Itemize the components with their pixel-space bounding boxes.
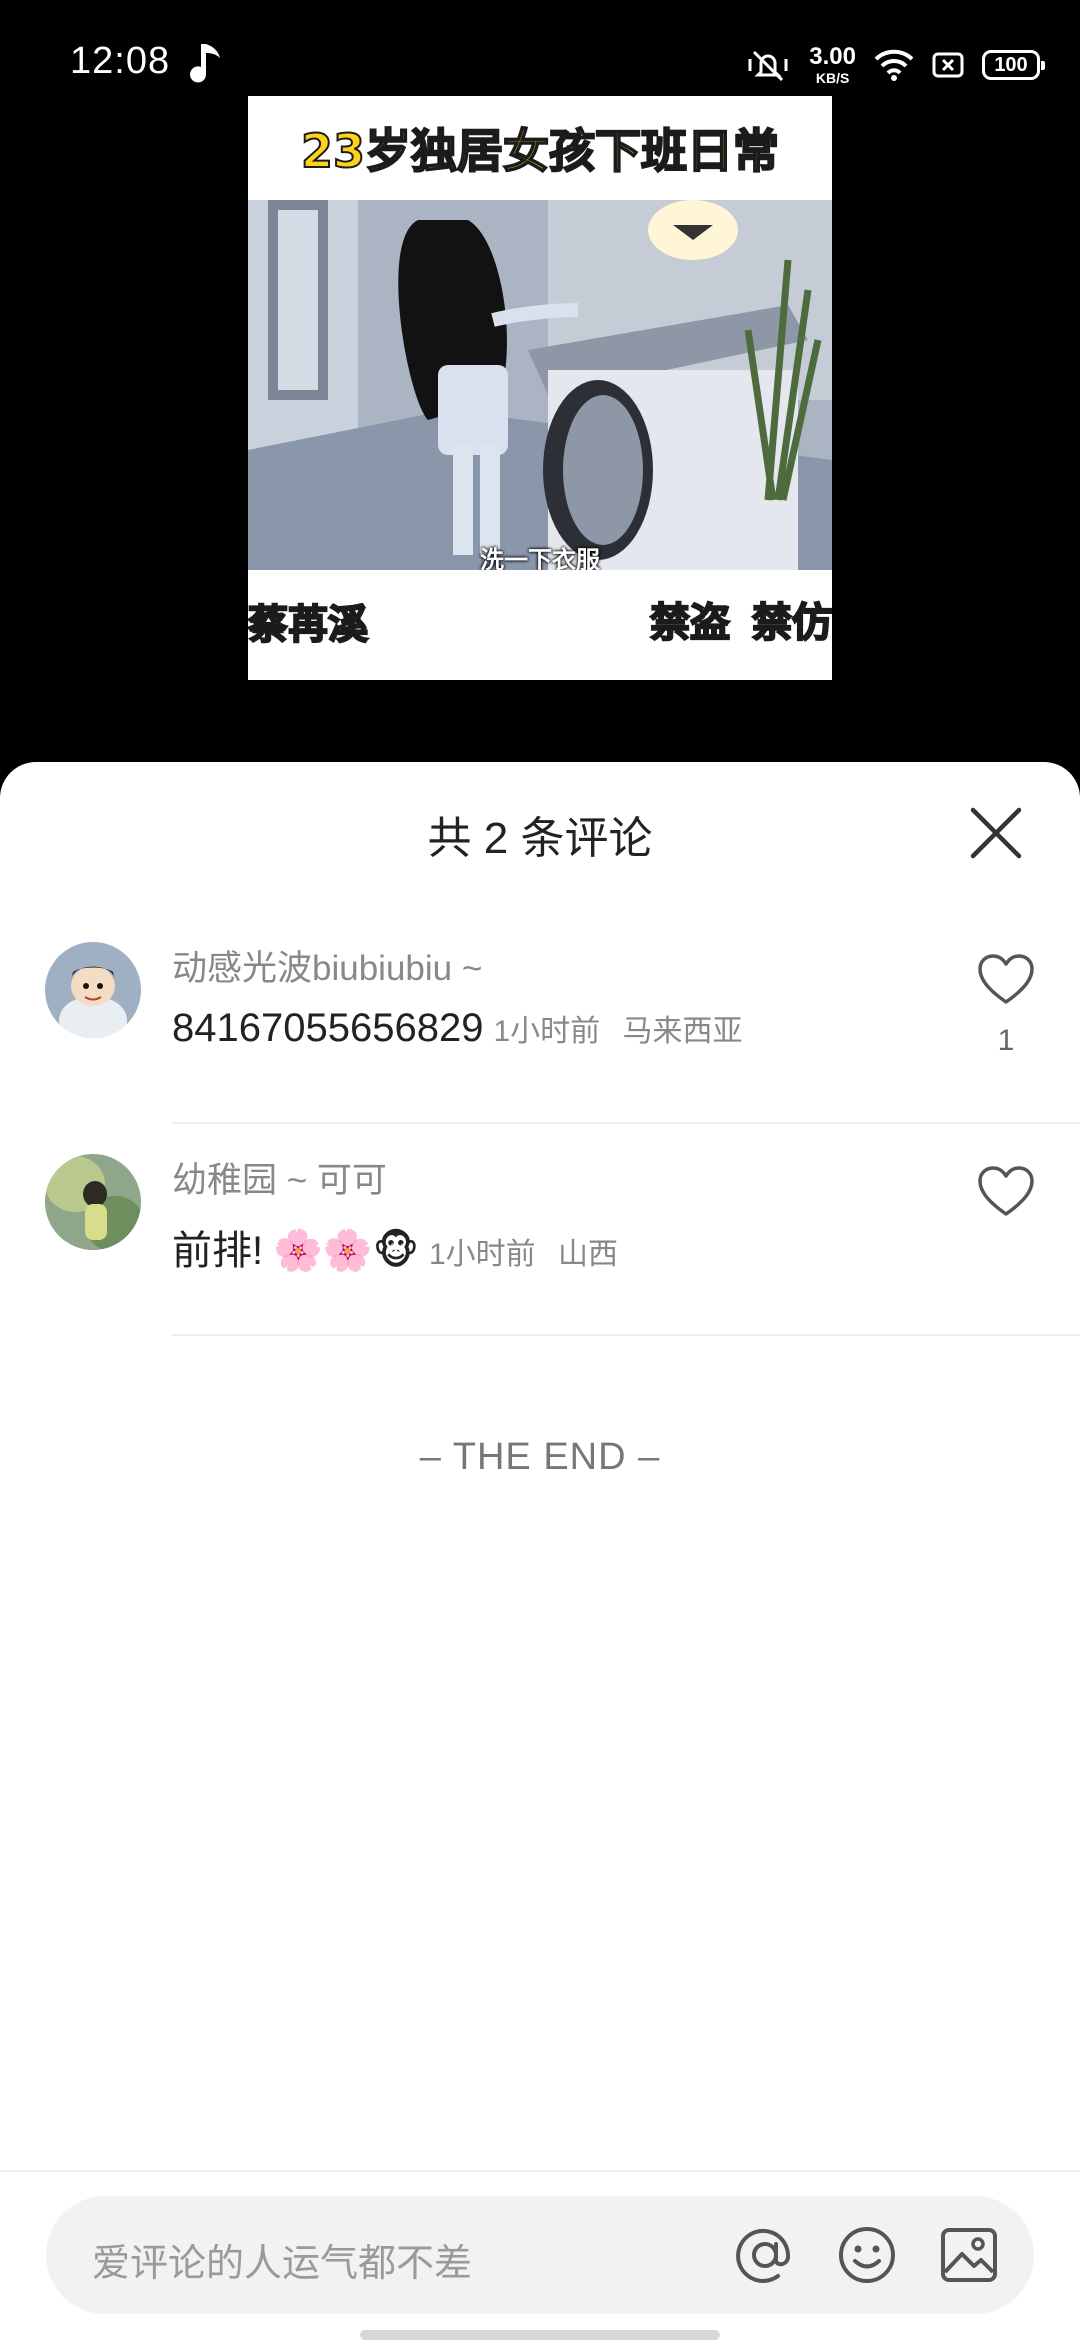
- watermark-author: 蔡苒溪: [248, 602, 369, 648]
- status-time: 12:08: [70, 40, 171, 82]
- video-scene-image: 洗一下衣服: [248, 200, 832, 570]
- comment-location: 山西: [558, 1238, 619, 1271]
- divider: [172, 1334, 1080, 1336]
- comment-input[interactable]: 爱评论的人运气都不差: [46, 2196, 1034, 2314]
- avatar[interactable]: [45, 942, 141, 1038]
- end-of-comments: – THE END –: [419, 1436, 661, 1478]
- comment-item[interactable]: 幼稚园 ~ 可可 前排! 🌸🌸🐵 1小时前 山西: [0, 1124, 1080, 1336]
- comment-body: 前排! 🌸🌸🐵 1小时前 山西: [172, 1218, 618, 1276]
- music-note-icon: [190, 44, 220, 83]
- avatar[interactable]: [45, 1154, 141, 1250]
- comment-author[interactable]: 幼稚园 ~ 可可: [172, 1152, 387, 1203]
- like-count: 1: [997, 1024, 1015, 1057]
- wifi-icon: [874, 49, 914, 81]
- network-speed: 3.00 KB/S: [809, 43, 856, 86]
- comment-emojis: 🌸🌸🐵: [273, 1228, 419, 1274]
- watermark-notice: 禁盗 禁仿: [649, 600, 832, 646]
- comment-text: 84167055656829: [172, 1006, 484, 1050]
- comment-meta: 1小时前 马来西亚: [493, 1006, 742, 1050]
- image-icon[interactable]: [938, 2224, 1000, 2286]
- emoji-icon[interactable]: [836, 2224, 898, 2286]
- at-icon[interactable]: [734, 2224, 796, 2286]
- comment-author[interactable]: 动感光波biubiubiu ~: [172, 940, 482, 991]
- video-caption: 洗一下衣服: [480, 547, 600, 570]
- heart-icon[interactable]: [976, 952, 1036, 1008]
- comment-time: 1小时前: [493, 1015, 601, 1048]
- comment-body: 84167055656829 1小时前 马来西亚: [172, 1006, 742, 1051]
- close-icon[interactable]: [965, 802, 1027, 864]
- mute-vibrate-icon: [748, 50, 788, 82]
- comment-item[interactable]: 动感光波biubiubiu ~ 84167055656829 1小时前 马来西亚…: [0, 912, 1080, 1124]
- comment-count-title: 共 2 条评论: [427, 814, 653, 863]
- comment-time: 1小时前: [428, 1238, 536, 1271]
- video-thumbnail[interactable]: 23岁独居女孩下班日常 洗一下衣服 蔡苒溪 禁盗 禁仿: [248, 96, 832, 680]
- home-indicator[interactable]: [360, 2330, 720, 2340]
- comment-meta: 1小时前 山西: [429, 1229, 618, 1273]
- comment-input-placeholder: 爱评论的人运气都不差: [92, 2243, 473, 2285]
- battery-icon: 100: [982, 50, 1045, 80]
- sim-card-icon: [932, 52, 964, 78]
- video-title: 23岁独居女孩下班日常: [300, 123, 780, 179]
- comment-sheet: 共 2 条评论 动感光波biubiubiu ~ 84167055656829 1…: [0, 762, 1080, 2340]
- heart-icon[interactable]: [976, 1164, 1036, 1220]
- comment-text: 前排!: [172, 1229, 264, 1273]
- comment-location: 马来西亚: [622, 1015, 743, 1048]
- divider: [0, 2170, 1080, 2172]
- video-watermark-area: 蔡苒溪 禁盗 禁仿: [248, 570, 832, 680]
